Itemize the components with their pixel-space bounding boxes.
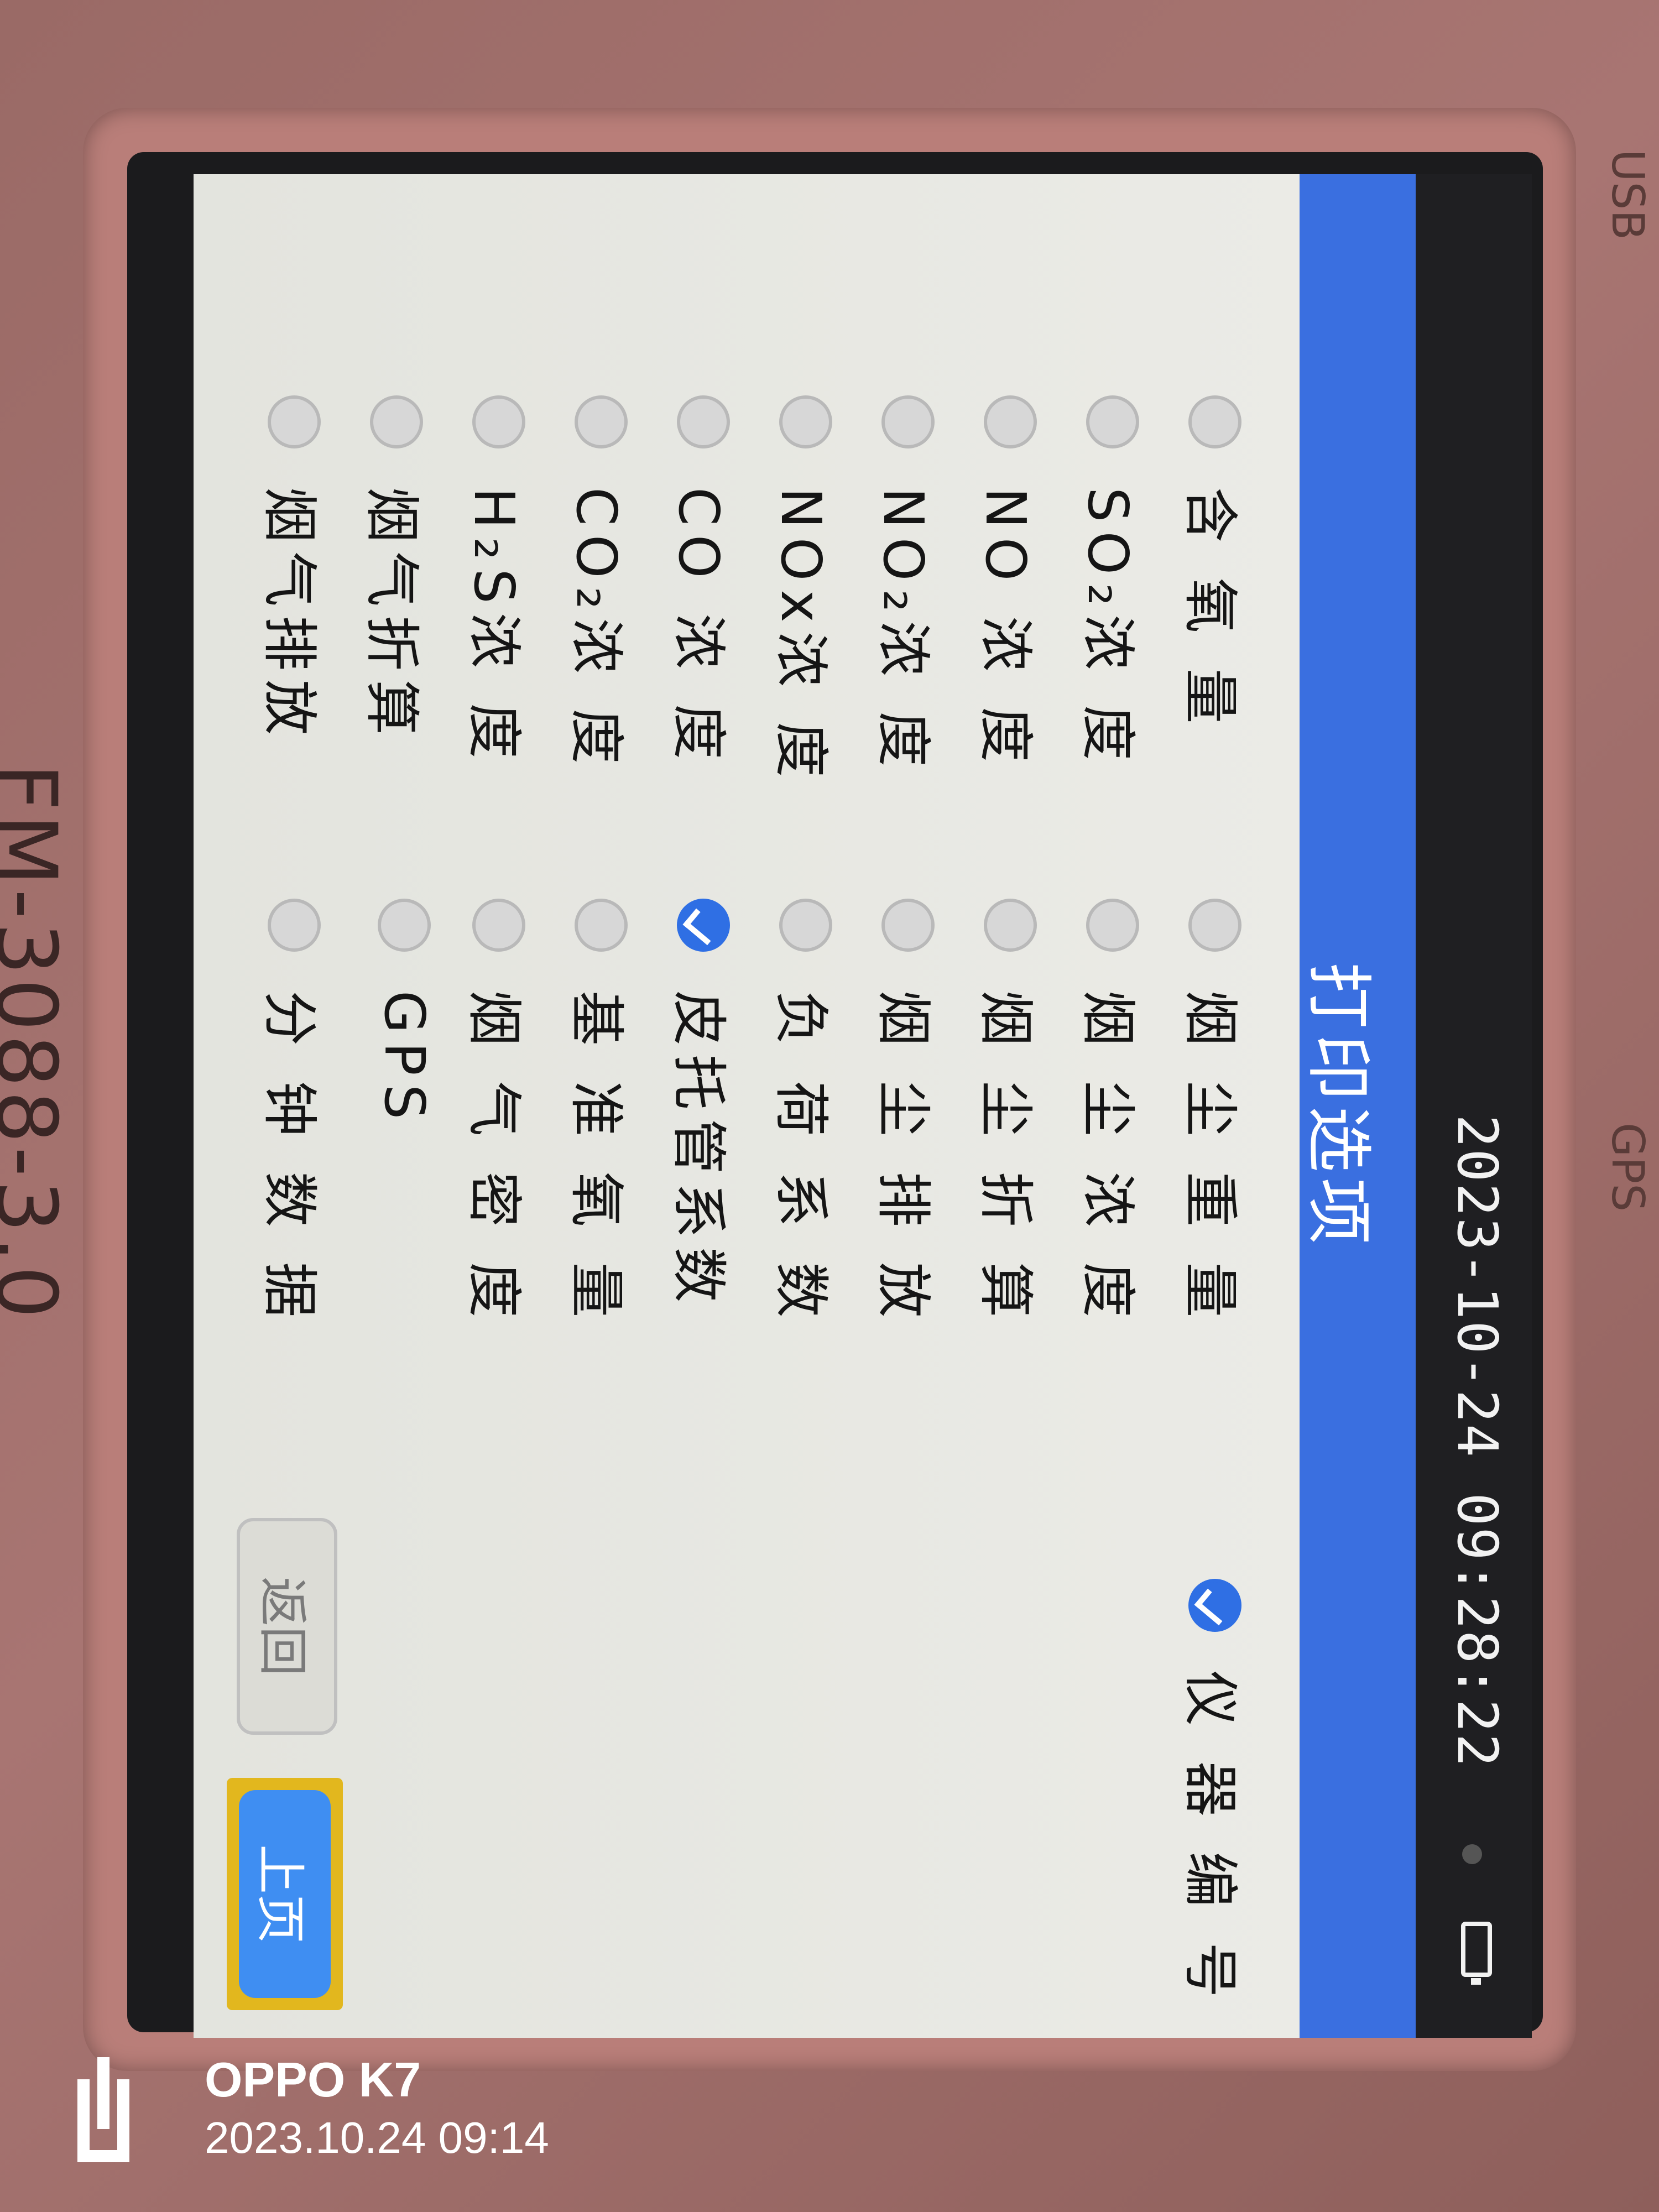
radio-checked-icon[interactable] xyxy=(1188,1579,1242,1632)
option-row[interactable]: 烟 气 密 度 xyxy=(459,899,539,1326)
option-label: SO₂浓 度 xyxy=(1076,487,1140,770)
option-label: 负 荷 系 数 xyxy=(769,990,833,1327)
option-label: 皮托管系数 xyxy=(666,990,731,1311)
option-label: NOx浓 度 xyxy=(769,487,833,786)
option-label: 含 氧 量 xyxy=(1178,487,1243,733)
device-bezel: 2023-10-24 09:28:22 打印选项 返回 上页 含 氧 量 SO₂浓… xyxy=(83,108,1576,2071)
option-row[interactable]: NOx浓 度 xyxy=(766,395,846,786)
status-datetime: 2023-10-24 09:28:22 xyxy=(1445,1114,1510,1768)
radio-unchecked-icon[interactable] xyxy=(472,395,526,448)
option-label: 烟气排放 xyxy=(257,487,322,744)
radio-unchecked-icon[interactable] xyxy=(268,395,321,448)
option-label: 烟 尘 浓 度 xyxy=(1076,990,1140,1327)
option-label: GPS xyxy=(372,990,437,1129)
status-dot-icon xyxy=(1462,1844,1482,1864)
camera-brand: OPPO K7 xyxy=(205,2052,421,2107)
option-row[interactable]: 烟 尘 重 量 xyxy=(1175,899,1255,1326)
option-label: 基 准 氧 量 xyxy=(564,990,629,1327)
radio-unchecked-icon[interactable] xyxy=(472,899,526,952)
radio-unchecked-icon[interactable] xyxy=(779,899,833,952)
radio-unchecked-icon[interactable] xyxy=(881,899,935,952)
option-row[interactable]: H₂S浓 度 xyxy=(459,395,539,768)
option-row[interactable]: 皮托管系数 xyxy=(664,899,744,1311)
radio-unchecked-icon[interactable] xyxy=(1086,899,1140,952)
option-row[interactable]: 基 准 氧 量 xyxy=(561,899,641,1326)
option-row[interactable]: 仪 器 编 号 xyxy=(1175,1579,1255,2006)
option-row[interactable]: 含 氧 量 xyxy=(1175,395,1255,733)
option-label: CO 浓 度 xyxy=(666,487,731,769)
screen: 2023-10-24 09:28:22 打印选项 返回 上页 含 氧 量 SO₂浓… xyxy=(127,152,1543,2038)
option-row[interactable]: 烟 尘 浓 度 xyxy=(1073,899,1153,1326)
page-title: 打印选项 xyxy=(1300,962,1376,1250)
option-label: 烟 尘 重 量 xyxy=(1178,990,1243,1327)
option-row[interactable]: 烟气排放 xyxy=(254,395,335,744)
option-row[interactable]: CO 浓 度 xyxy=(664,395,744,768)
radio-unchecked-icon[interactable] xyxy=(1188,899,1242,952)
camera-logo-icon xyxy=(77,2057,149,2162)
option-row[interactable]: 烟 尘 折 算 xyxy=(971,899,1051,1326)
prev-page-button[interactable]: 上页 xyxy=(227,1778,343,2010)
gps-port-label: GPS xyxy=(1602,1123,1653,1212)
radio-checked-icon[interactable] xyxy=(677,899,731,952)
radio-unchecked-icon[interactable] xyxy=(779,395,833,448)
radio-unchecked-icon[interactable] xyxy=(984,899,1037,952)
radio-unchecked-icon[interactable] xyxy=(575,899,628,952)
radio-unchecked-icon[interactable] xyxy=(268,899,321,952)
radio-unchecked-icon[interactable] xyxy=(881,395,935,448)
option-row[interactable]: 烟气折算 xyxy=(357,395,437,744)
screen-content: 2023-10-24 09:28:22 打印选项 返回 上页 含 氧 量 SO₂浓… xyxy=(194,174,1532,2038)
option-row[interactable]: NO 浓 度 xyxy=(971,395,1051,771)
radio-unchecked-icon[interactable] xyxy=(378,899,431,952)
status-bar: 2023-10-24 09:28:22 xyxy=(1416,174,1532,2038)
back-button[interactable]: 返回 xyxy=(237,1518,337,1735)
radio-unchecked-icon[interactable] xyxy=(575,395,628,448)
option-row[interactable]: CO₂浓 度 xyxy=(561,395,641,773)
camera-timestamp: 2023.10.24 09:14 xyxy=(205,2113,549,2162)
radio-unchecked-icon[interactable] xyxy=(370,395,424,448)
option-label: 烟气折算 xyxy=(359,487,424,744)
battery-icon xyxy=(1461,1922,1492,1977)
device-model-label: FM-3088-3.0 xyxy=(0,763,74,1322)
option-row[interactable]: 分 钟 数 据 xyxy=(254,899,335,1326)
radio-unchecked-icon[interactable] xyxy=(1188,395,1242,448)
option-label: 烟 尘 排 放 xyxy=(871,990,936,1327)
option-row[interactable]: GPS xyxy=(372,899,437,1128)
option-label: 仪 器 编 号 xyxy=(1178,1671,1243,2007)
option-label: 烟 尘 折 算 xyxy=(973,990,1038,1327)
prev-page-label[interactable]: 上页 xyxy=(239,1790,331,1998)
option-row[interactable]: NO₂浓 度 xyxy=(868,395,948,775)
option-label: 分 钟 数 据 xyxy=(257,990,322,1327)
radio-unchecked-icon[interactable] xyxy=(677,395,731,448)
usb-port-label: USB xyxy=(1602,149,1653,241)
option-label: 烟 气 密 度 xyxy=(462,990,526,1327)
options-panel: 返回 上页 含 氧 量 SO₂浓 度 NO 浓 度 NO₂浓 度 NOx浓 度 CO 浓 … xyxy=(194,174,1300,2038)
option-label: H₂S浓 度 xyxy=(462,487,526,768)
option-label: NO 浓 度 xyxy=(973,487,1038,771)
option-row[interactable]: 烟 尘 排 放 xyxy=(868,899,948,1326)
radio-unchecked-icon[interactable] xyxy=(1086,395,1140,448)
radio-unchecked-icon[interactable] xyxy=(984,395,1037,448)
title-bar: 打印选项 xyxy=(1300,174,1416,2038)
option-label: CO₂浓 度 xyxy=(564,487,629,773)
option-row[interactable]: SO₂浓 度 xyxy=(1073,395,1153,769)
option-label: NO₂浓 度 xyxy=(871,487,936,776)
option-row[interactable]: 负 荷 系 数 xyxy=(766,899,846,1326)
